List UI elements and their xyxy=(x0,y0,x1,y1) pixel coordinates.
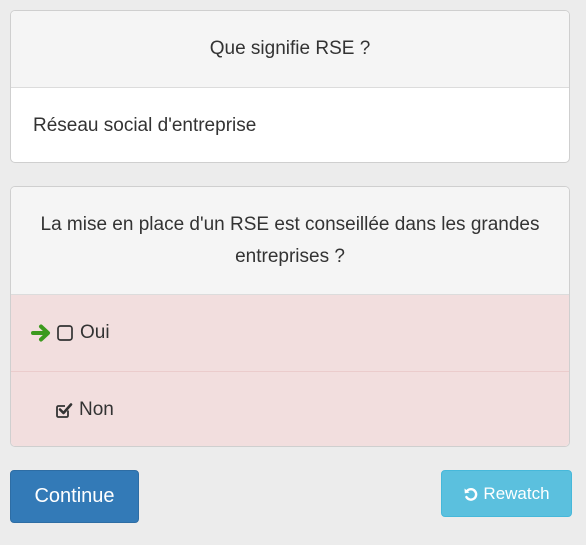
rewatch-button[interactable]: Rewatch xyxy=(441,470,572,517)
unchecked-checkbox-icon[interactable] xyxy=(56,324,74,342)
question-title: Que signifie RSE ? xyxy=(11,11,569,88)
arrow-right-icon xyxy=(31,323,53,343)
option-oui[interactable]: Oui xyxy=(11,295,569,371)
checked-checkbox-icon[interactable] xyxy=(55,401,73,419)
option-non[interactable]: Non xyxy=(11,371,569,446)
rewatch-button-label: Rewatch xyxy=(483,483,550,503)
question-panel-1: Que signifie RSE ? Réseau social d'entre… xyxy=(10,10,570,163)
answer-text: Réseau social d'entreprise xyxy=(33,115,257,136)
continue-button[interactable]: Continue xyxy=(10,470,139,523)
option-label: Non xyxy=(79,399,114,420)
undo-icon xyxy=(463,486,479,502)
question-title: La mise en place d'un RSE est conseillée… xyxy=(11,187,569,295)
continue-button-label: Continue xyxy=(34,485,115,507)
option-label: Oui xyxy=(80,322,110,343)
question-panel-2: La mise en place d'un RSE est conseillée… xyxy=(10,186,570,447)
